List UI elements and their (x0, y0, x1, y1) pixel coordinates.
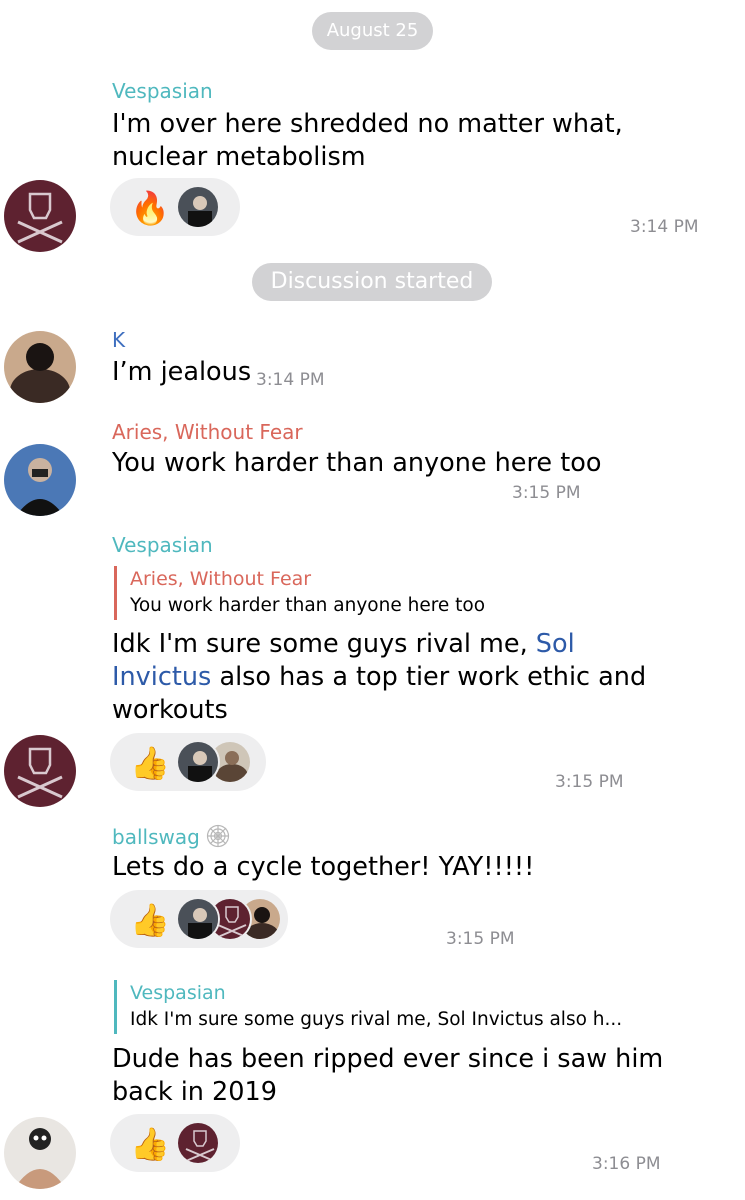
message-time: 3:15 PM (512, 483, 581, 503)
reply-quote[interactable]: Aries, Without Fear You work harder than… (114, 566, 485, 620)
quoted-text: Idk I'm sure some guys rival me, Sol Inv… (130, 1009, 623, 1030)
sender-avatar[interactable] (4, 1117, 76, 1189)
date-separator: August 25 (312, 12, 433, 50)
message-text: You work harder than anyone here too (112, 448, 602, 478)
message-time: 3:14 PM (630, 217, 699, 237)
message-time: 3:15 PM (555, 772, 624, 792)
reactions-bar[interactable]: 👍 (110, 890, 288, 948)
reactor-avatar (176, 1121, 220, 1165)
message-text: I’m jealous (112, 357, 252, 387)
thumbs-up-emoji-reaction: 👍 (130, 901, 170, 939)
reactor-avatar (176, 740, 220, 784)
sender-name[interactable]: Vespasian (112, 533, 213, 557)
message-time: 3:15 PM (446, 929, 515, 949)
vespasian-avatar[interactable] (4, 180, 76, 252)
message-time: 3:16 PM (592, 1154, 661, 1174)
sender-name[interactable]: Vespasian (112, 79, 213, 103)
reactions-bar[interactable]: 👍 (110, 1114, 240, 1172)
message-time: 3:14 PM (256, 370, 325, 390)
sender-name[interactable]: ballswag (112, 824, 230, 849)
reactor-avatar (176, 897, 220, 941)
reactions-bar[interactable]: 👍 (110, 733, 266, 791)
sender-name[interactable]: K (112, 328, 125, 352)
message-text: Idk I'm sure some guys rival me, Sol Inv… (112, 628, 652, 727)
aries-avatar[interactable] (4, 444, 76, 516)
quoted-sender: Aries, Without Fear (130, 568, 312, 590)
quoted-sender: Vespasian (130, 982, 226, 1004)
vespasian-avatar[interactable] (4, 735, 76, 807)
spiderweb-icon (206, 824, 230, 848)
sender-name[interactable]: Aries, Without Fear (112, 420, 303, 444)
message-text: I'm over here shredded no matter what, n… (112, 109, 623, 172)
message-text: Dude has been ripped ever since i saw hi… (112, 1044, 664, 1107)
reply-quote[interactable]: Vespasian Idk I'm sure some guys rival m… (114, 980, 622, 1034)
k-avatar[interactable] (4, 331, 76, 403)
reactions-bar[interactable]: 🔥 (110, 178, 240, 236)
thumbs-up-emoji-reaction: 👍 (130, 744, 170, 782)
message-text: Lets do a cycle together! YAY!!!!! (112, 852, 535, 882)
fire-emoji-reaction: 🔥 (130, 189, 170, 227)
quoted-text: You work harder than anyone here too (130, 595, 486, 616)
message-text-part: Idk I'm sure some guys rival me, (112, 629, 528, 659)
discussion-started-pill: Discussion started (252, 263, 492, 301)
thumbs-up-emoji-reaction: 👍 (130, 1125, 170, 1163)
reactor-avatar (176, 185, 220, 229)
sender-name-text: ballswag (112, 825, 200, 849)
